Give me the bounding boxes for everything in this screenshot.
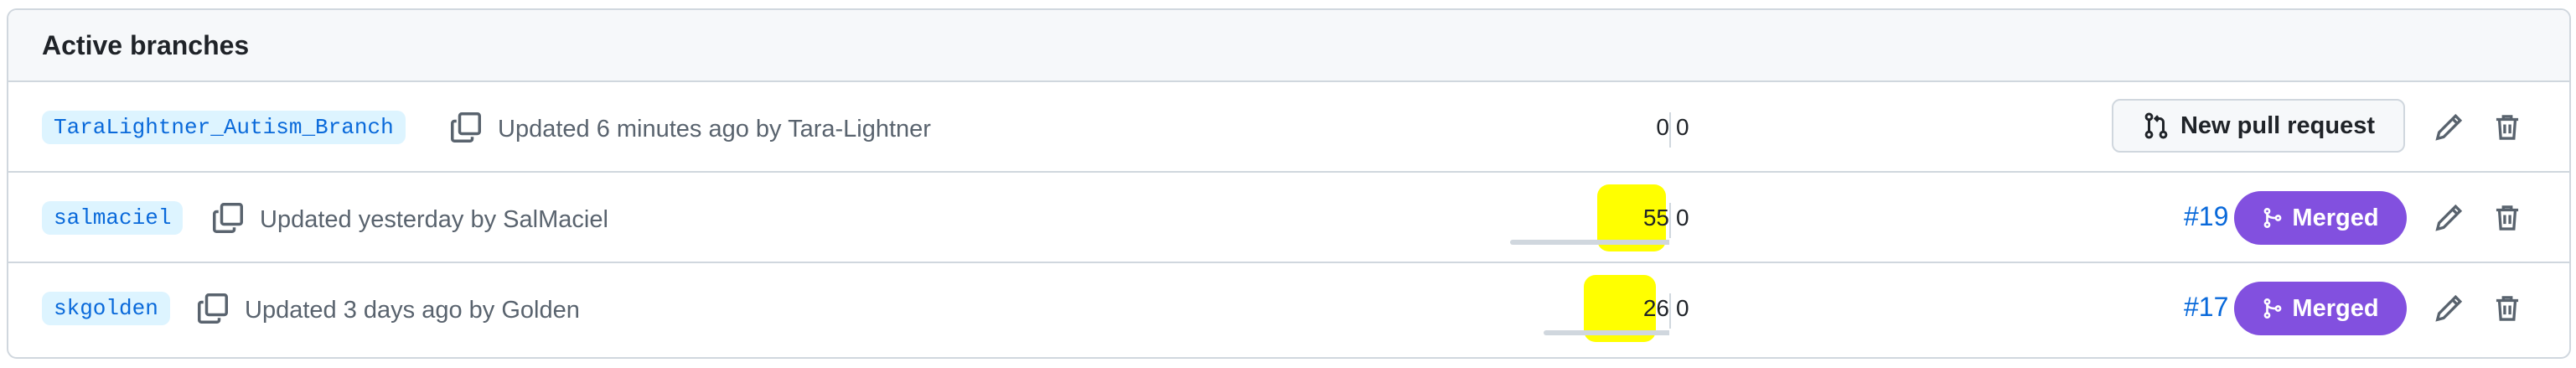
trash-icon <box>2496 115 2519 140</box>
panel-header: Active branches <box>8 10 2569 82</box>
merged-status-badge[interactable]: Merged <box>2234 282 2407 335</box>
count-divider <box>1669 293 1671 329</box>
trash-icon <box>2496 205 2519 231</box>
copy-icon <box>198 293 228 324</box>
pencil-icon <box>2435 294 2463 322</box>
behind-count: 0 <box>1656 114 1669 140</box>
merged-status-badge[interactable]: Merged <box>2234 191 2407 245</box>
ahead-count: 0 <box>1676 205 1689 231</box>
delete-branch-button[interactable] <box>2487 198 2527 238</box>
git-merge-icon <box>2264 298 2282 319</box>
branch-name-link[interactable]: salmaciel <box>42 201 184 235</box>
edit-branch-button[interactable] <box>2429 107 2469 148</box>
git-pull-request-icon <box>2144 112 2168 139</box>
pull-request-link[interactable]: #19 <box>2184 201 2228 232</box>
branch-row: TaraLightner_Autism_Branch Updated 6 min… <box>8 82 2569 173</box>
ahead-behind-counts: 0 0 <box>1579 102 1763 161</box>
git-merge-icon <box>2264 207 2282 229</box>
behind-count: 26 <box>1642 295 1669 321</box>
new-pull-request-button[interactable]: New pull request <box>2112 99 2405 153</box>
behind-count: 55 <box>1642 205 1669 231</box>
copy-branch-name-button[interactable] <box>447 109 484 146</box>
copy-icon <box>451 112 481 143</box>
branch-name-link[interactable]: skgolden <box>42 292 170 325</box>
copy-branch-name-button[interactable] <box>194 290 231 327</box>
branch-updated-text: Updated 3 days ago by Golden <box>245 297 580 324</box>
pencil-icon <box>2435 204 2463 231</box>
new-pull-request-label: New pull request <box>2180 111 2376 139</box>
trash-icon <box>2496 296 2519 321</box>
ahead-behind-counts: 55 0 <box>1510 193 1763 251</box>
copy-icon <box>213 203 243 233</box>
branch-row: salmaciel Updated yesterday by SalMaciel… <box>8 173 2569 263</box>
branch-updated-text: Updated yesterday by SalMaciel <box>260 206 608 233</box>
panel-title: Active branches <box>42 29 250 60</box>
branch-name-link[interactable]: TaraLightner_Autism_Branch <box>42 111 406 144</box>
edit-branch-button[interactable] <box>2429 288 2469 329</box>
ahead-behind-counts: 26 0 <box>1544 283 1763 342</box>
behind-bar <box>1544 330 1669 335</box>
behind-bar <box>1510 240 1669 245</box>
count-divider <box>1669 203 1671 238</box>
copy-branch-name-button[interactable] <box>209 200 246 236</box>
ahead-count: 0 <box>1676 114 1689 140</box>
pencil-icon <box>2435 113 2463 141</box>
pull-request-link[interactable]: #17 <box>2184 292 2228 323</box>
merged-status-label: Merged <box>2292 294 2379 322</box>
active-branches-panel: Active branches TaraLightner_Autism_Bran… <box>7 8 2571 359</box>
branch-row: skgolden Updated 3 days ago by Golden 26… <box>8 263 2569 352</box>
edit-branch-button[interactable] <box>2429 198 2469 238</box>
delete-branch-button[interactable] <box>2487 288 2527 329</box>
delete-branch-button[interactable] <box>2487 107 2527 148</box>
ahead-count: 0 <box>1676 295 1689 321</box>
count-divider <box>1669 112 1671 148</box>
branch-updated-text: Updated 6 minutes ago by Tara-Lightner <box>498 116 931 143</box>
merged-status-label: Merged <box>2292 204 2379 231</box>
